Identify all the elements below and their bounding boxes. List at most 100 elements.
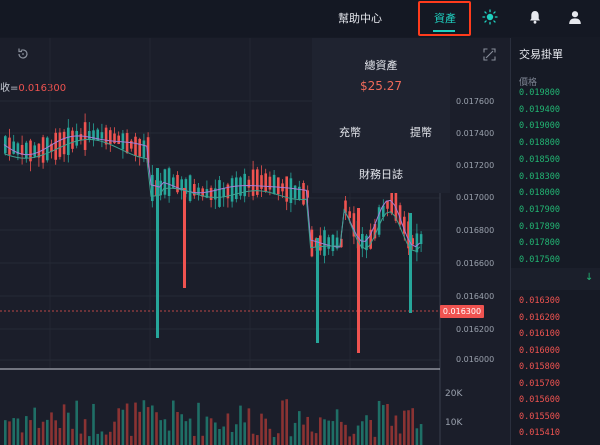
orderbook-bid-row[interactable]: 0.018800: [519, 138, 560, 148]
volume-bar: [142, 400, 146, 445]
orderbook-ask-row[interactable]: 0.015500: [519, 412, 560, 422]
orderbook-bid-row[interactable]: 0.019800: [519, 88, 560, 98]
volume-bar: [214, 422, 217, 445]
volume-bar: [176, 412, 179, 445]
orderbook-bid-row[interactable]: 0.018000: [519, 188, 560, 198]
orderbook-separator: ↓: [511, 268, 600, 290]
volume-bar: [16, 418, 20, 445]
orderbook-bid-row[interactable]: 0.017890: [519, 222, 560, 232]
candle-body: [209, 187, 213, 201]
orderbook-ask-row[interactable]: 0.016300: [519, 296, 560, 306]
volume-bar: [4, 420, 7, 445]
volume-bar: [382, 405, 385, 445]
volume-bar: [125, 403, 129, 445]
volume-bar: [319, 417, 322, 445]
total-assets-label: 總資產: [364, 59, 398, 72]
candle-body: [134, 136, 137, 156]
candle-body: [419, 234, 423, 244]
nav-help-center[interactable]: 幫助中心: [338, 10, 382, 26]
candle-body: [54, 132, 57, 160]
candle-spike: [409, 213, 412, 313]
price-tick: 0.017600: [456, 97, 495, 106]
orderbook-bid-row[interactable]: 0.017800: [519, 238, 560, 248]
candle-body: [260, 175, 263, 189]
volume-bar: [226, 413, 230, 445]
price-tick: 0.017200: [456, 161, 495, 170]
volume-bar: [134, 402, 137, 445]
withdraw-link[interactable]: 提幣: [410, 124, 432, 140]
orderbook-bid-row[interactable]: 0.019400: [519, 105, 560, 115]
candle-body: [293, 185, 297, 199]
sun-icon[interactable]: [482, 9, 498, 25]
candle-body: [130, 140, 133, 149]
total-assets-value: $25.27: [360, 79, 402, 93]
volume-bar: [58, 428, 62, 445]
orderbook-bid-row[interactable]: 0.019000: [519, 121, 560, 131]
volume-bar: [415, 428, 419, 445]
volume-bar: [109, 431, 112, 445]
orderbook-bid-row[interactable]: 0.018300: [519, 172, 560, 182]
volume-bar: [298, 411, 301, 445]
candle-body: [310, 229, 314, 257]
user-icon[interactable]: [567, 9, 583, 25]
assets-highlight-box: [418, 1, 471, 36]
candle-body: [230, 178, 234, 202]
orderbook-bid-row[interactable]: 0.018500: [519, 155, 560, 165]
volume-bar: [235, 424, 238, 445]
volume-bar: [251, 433, 255, 445]
orderbook-ask-row[interactable]: 0.016000: [519, 346, 560, 356]
candle-body: [58, 132, 62, 157]
orderbook-bid-row[interactable]: 0.017500: [519, 255, 560, 265]
volume-bar: [41, 421, 45, 445]
volume-bar: [247, 408, 251, 445]
volume-bar: [340, 421, 343, 445]
volume-bar: [88, 436, 91, 445]
candle-body: [176, 174, 179, 193]
volume-bar: [184, 421, 188, 445]
top-nav-bar: 幫助中心 資產: [0, 0, 600, 37]
volume-bar: [335, 409, 339, 445]
volume-bar: [75, 400, 78, 445]
volume-bar: [260, 413, 263, 445]
volume-bar: [62, 404, 66, 445]
volume-bar: [117, 408, 120, 445]
orderbook-ask-row[interactable]: 0.015800: [519, 362, 560, 372]
orderbook-ask-row[interactable]: 0.016200: [519, 313, 560, 323]
volume-bar: [230, 431, 234, 445]
deposit-link[interactable]: 充幣: [339, 124, 361, 140]
price-tick: 0.017400: [456, 129, 495, 138]
volume-bar: [188, 418, 192, 445]
volume-bar: [33, 407, 36, 445]
candle-spike: [357, 208, 360, 353]
orderbook-ask-row[interactable]: 0.016100: [519, 329, 560, 339]
volume-bar: [172, 400, 175, 445]
bell-icon[interactable]: [527, 9, 543, 25]
volume-bar: [306, 416, 309, 445]
orderbook-bid-row[interactable]: 0.017900: [519, 205, 560, 215]
volume-bar: [398, 433, 402, 445]
volume-bar: [37, 427, 41, 445]
volume-bar: [46, 419, 49, 445]
candle-body: [75, 130, 78, 146]
volume-bar: [159, 420, 162, 445]
candle-body: [235, 177, 238, 200]
orderbook-ask-row[interactable]: 0.015700: [519, 379, 560, 389]
volume-bar: [310, 431, 314, 445]
volume-bar: [264, 418, 267, 445]
candle-body: [218, 180, 221, 207]
volume-bar: [314, 433, 318, 445]
volume-bar: [29, 420, 32, 445]
volume-bar: [222, 426, 225, 445]
volume-bar: [20, 432, 24, 445]
finance-log-link[interactable]: 財務日誌: [312, 166, 450, 182]
volume-bar: [155, 412, 158, 445]
orderbook-ask-row[interactable]: 0.015600: [519, 395, 560, 405]
candle-body: [302, 182, 305, 205]
candle-body: [151, 174, 154, 202]
volume-bar: [25, 416, 28, 445]
orderbook-ask-row[interactable]: 0.015410: [519, 428, 560, 438]
orderbook-price-header: 價格: [519, 78, 538, 88]
candle-body: [188, 175, 192, 201]
orderbook-title: 交易掛單: [519, 48, 563, 61]
volume-bar: [390, 425, 393, 445]
